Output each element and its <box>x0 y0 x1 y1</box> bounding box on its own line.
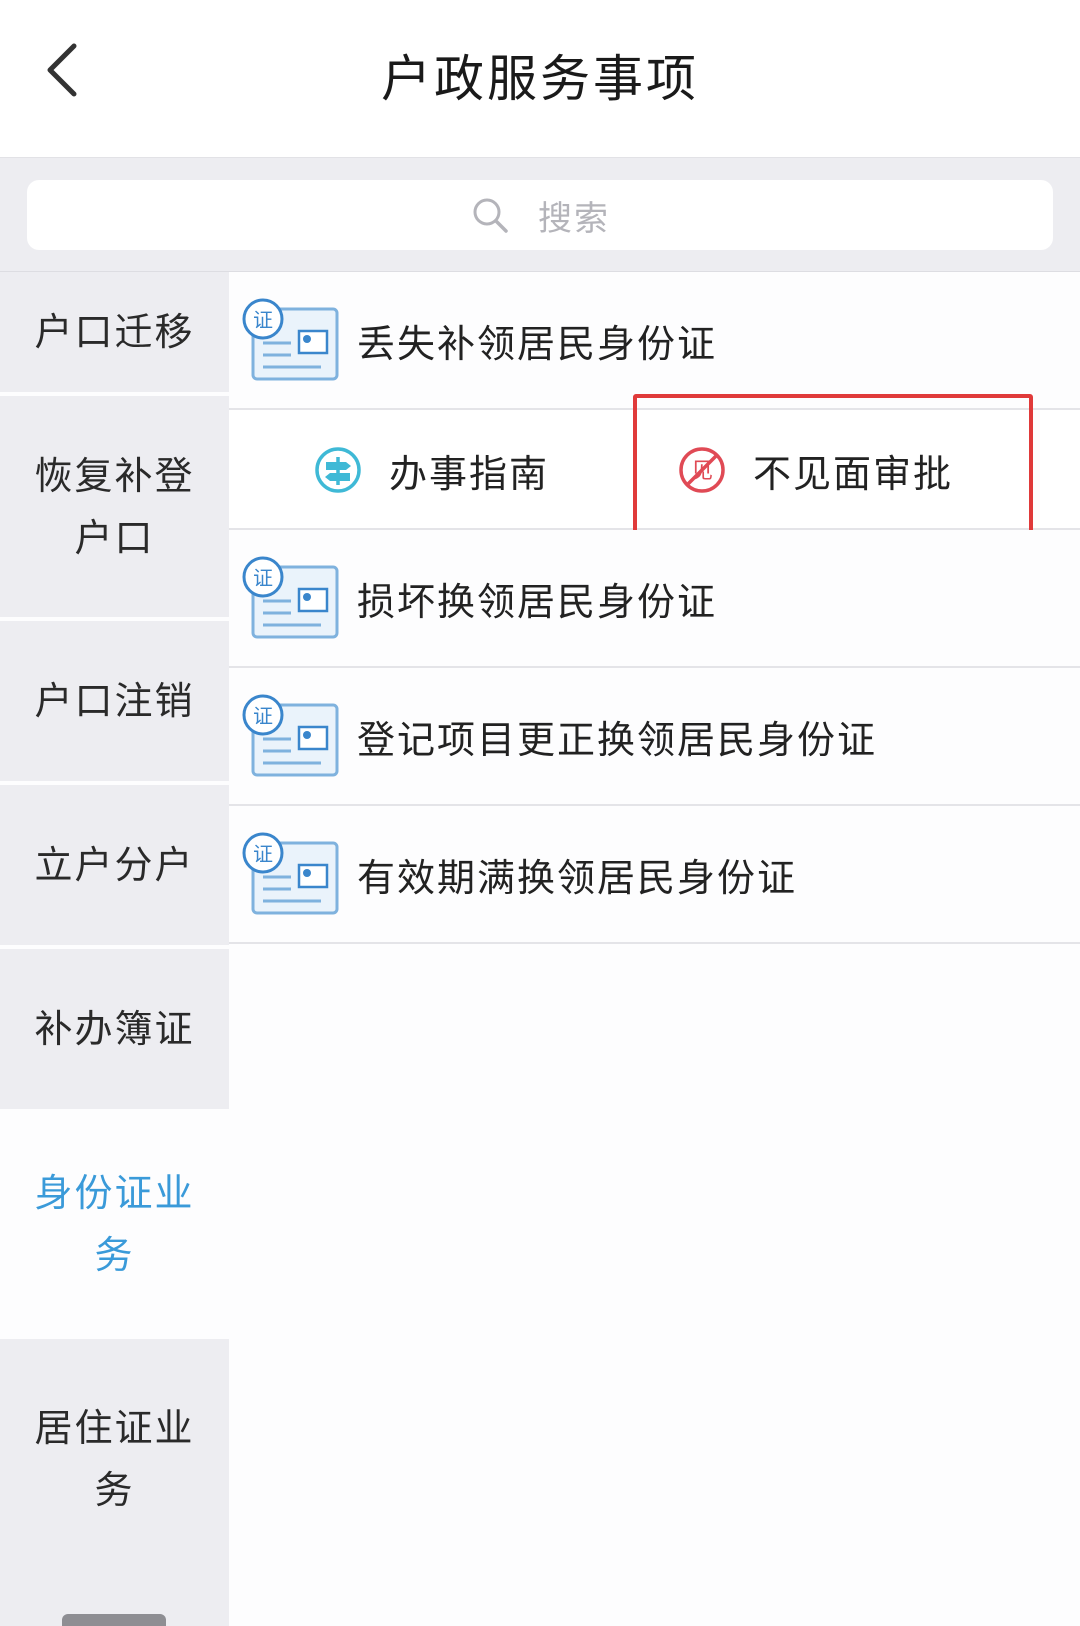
sidebar-item-label: 务 <box>94 1468 135 1512</box>
svg-text:证: 证 <box>253 842 273 866</box>
list-item-label: 登记项目更正换领居民身份证 <box>357 717 878 762</box>
id-card-icon: 证 <box>242 298 339 381</box>
no-meeting-label: 不见面审批 <box>753 451 954 496</box>
search-bar: 搜索 <box>0 158 1080 272</box>
guide-label: 办事指南 <box>389 451 550 496</box>
category-sidebar: 户口迁移 恢复补登 户口 户口注销 立户分户 补办簿证 身份证业 务 居住证业 <box>0 272 229 1626</box>
list-item-correction-id[interactable]: 证 登记项目更正换领居民身份证 <box>229 668 1080 806</box>
sidebar-item-residence-permit[interactable]: 居住证业 务 <box>0 1339 229 1579</box>
sidebar-item-label: 务 <box>94 1233 135 1277</box>
sidebar-item-restore-hukou[interactable]: 恢复补登 户口 <box>0 396 229 621</box>
sidebar-item-reissue-booklet[interactable]: 补办簿证 <box>0 949 229 1113</box>
list-item-label: 丢失补领居民身份证 <box>357 321 718 366</box>
sidebar-item-label: 立户分户 <box>34 843 195 887</box>
sidebar-item-id-card[interactable]: 身份证业 务 <box>0 1113 229 1339</box>
id-card-icon: 证 <box>242 832 339 915</box>
nav-bar: 户政服务事项 <box>0 0 1080 158</box>
list-item-label: 损坏换领居民身份证 <box>357 579 718 624</box>
id-card-icon: 证 <box>242 694 339 777</box>
sidebar-item-label: 恢复补登 <box>34 453 195 498</box>
sidebar-item-label: 居住证业 <box>34 1406 195 1450</box>
list-item-label: 有效期满换领居民身份证 <box>357 855 798 900</box>
id-card-icon: 证 <box>242 556 339 639</box>
sidebar-item-hukou-cancel[interactable]: 户口注销 <box>0 621 229 785</box>
expanded-actions: 办事指南 见 不见面审批 <box>229 394 1080 538</box>
svg-text:证: 证 <box>253 308 273 332</box>
sidebar-item-hukou-migration[interactable]: 户口迁移 <box>0 272 229 396</box>
guide-button[interactable]: 办事指南 <box>313 410 549 530</box>
sidebar-item-label: 户口注销 <box>34 679 195 723</box>
search-input[interactable]: 搜索 <box>27 180 1053 250</box>
signpost-icon <box>315 447 361 493</box>
no-meeting-icon: 见 <box>679 447 725 493</box>
list-item-expired-id[interactable]: 证 有效期满换领居民身份证 <box>229 806 1080 944</box>
page-title: 户政服务事项 <box>381 50 699 108</box>
list-item-lost-id[interactable]: 证 丢失补领居民身份证 <box>229 272 1080 410</box>
sidebar-item-label: 身份证业 <box>34 1171 195 1215</box>
no-meeting-approval-button[interactable]: 见 不见面审批 <box>677 410 953 530</box>
scroll-indicator <box>62 1614 166 1626</box>
search-icon <box>473 198 508 233</box>
svg-text:证: 证 <box>253 566 273 590</box>
sidebar-item-label: 户口迁移 <box>34 310 195 354</box>
sidebar-item-label: 户口 <box>74 515 155 560</box>
sidebar-item-label: 补办簿证 <box>34 1007 195 1051</box>
service-list: 证 丢失补领居民身份证 办事指南 见 不见面审批 <box>229 272 1080 1626</box>
app-root: 户政服务事项 搜索 户口迁移 恢复补登 户口 户口注销 立户分户 补办簿证 身份… <box>0 0 1080 1626</box>
svg-text:证: 证 <box>253 704 273 728</box>
list-item-damaged-id[interactable]: 证 损坏换领居民身份证 <box>229 530 1080 668</box>
sidebar-item-household-split[interactable]: 立户分户 <box>0 785 229 949</box>
search-placeholder: 搜索 <box>538 198 610 239</box>
